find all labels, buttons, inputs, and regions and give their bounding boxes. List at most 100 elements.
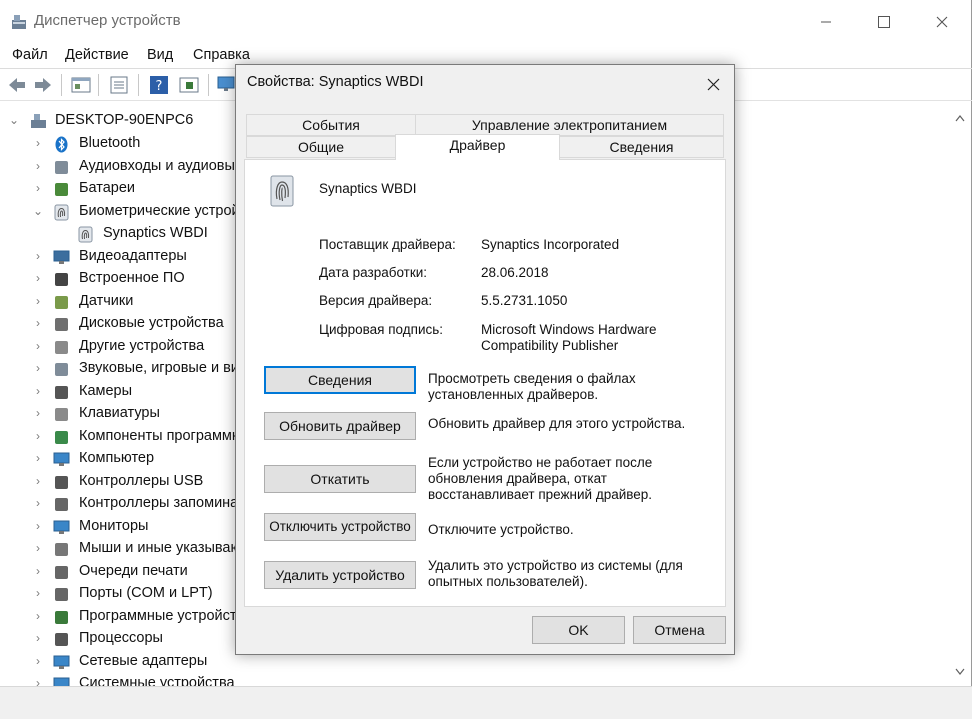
- tree-item-label: Встроенное ПО: [79, 270, 185, 286]
- dialog-close-button[interactable]: [696, 69, 730, 99]
- minimize-icon: [821, 21, 831, 23]
- chevron-right-icon[interactable]: ›: [33, 406, 43, 420]
- tree-item-label: Клавиатуры: [79, 405, 160, 421]
- chevron-right-icon[interactable]: ›: [33, 249, 43, 263]
- menu-file[interactable]: Файл: [12, 47, 48, 63]
- tree-item-label: Сетевые адаптеры: [79, 652, 208, 669]
- properties-dialog: Свойства: Synaptics WBDI События Управле…: [235, 64, 735, 655]
- computer-icon: [31, 114, 46, 128]
- dialog-title: Свойства: Synaptics WBDI: [247, 74, 424, 90]
- forward-arrow-icon[interactable]: [32, 75, 54, 95]
- driver-version-label: Версия драйвера:: [319, 293, 433, 308]
- chevron-right-icon[interactable]: ›: [33, 474, 43, 488]
- chevron-right-icon[interactable]: ›: [33, 339, 43, 353]
- chevron-right-icon[interactable]: ›: [33, 361, 43, 375]
- tab-general[interactable]: Общие: [246, 136, 396, 158]
- component-icon: [55, 430, 68, 444]
- tab-power-management[interactable]: Управление электропитанием: [415, 114, 724, 136]
- scroll-up-icon[interactable]: [955, 114, 965, 122]
- update-driver-desc: Обновить драйвер для этого устройства.: [428, 416, 686, 431]
- network-icon: [53, 655, 70, 669]
- driver-details-button[interactable]: Сведения: [264, 366, 416, 394]
- driver-provider-label: Поставщик драйвера:: [319, 237, 456, 252]
- chevron-right-icon[interactable]: ›: [33, 676, 43, 686]
- help-icon[interactable]: ?: [148, 75, 170, 95]
- menu-action[interactable]: Действие: [65, 47, 129, 63]
- cancel-button[interactable]: Отмена: [633, 616, 726, 644]
- usb-icon: [55, 475, 68, 489]
- svg-text:?: ?: [156, 79, 163, 94]
- driver-date-label: Дата разработки:: [319, 265, 428, 280]
- driver-version-value: 5.5.2731.1050: [481, 293, 568, 308]
- chevron-right-icon[interactable]: ›: [33, 159, 43, 173]
- tab-details[interactable]: Сведения: [559, 136, 724, 158]
- chevron-down-icon[interactable]: ⌄: [9, 113, 19, 127]
- driver-tab-panel: Synaptics WBDI Поставщик драйвера: Synap…: [244, 159, 726, 607]
- mouse-icon: [55, 543, 68, 556]
- chevron-right-icon[interactable]: ›: [33, 294, 43, 308]
- chevron-right-icon[interactable]: ›: [33, 609, 43, 623]
- uninstall-device-button[interactable]: Удалить устройство: [264, 561, 416, 589]
- software-device-icon: [55, 610, 68, 624]
- chevron-right-icon[interactable]: ›: [33, 271, 43, 285]
- tab-events[interactable]: События: [246, 114, 416, 136]
- driver-provider-value: Synaptics Incorporated: [481, 237, 620, 252]
- uninstall-device-desc: Удалить это устройство из системы (для о…: [428, 558, 683, 589]
- chevron-right-icon[interactable]: ›: [33, 564, 43, 578]
- chevron-right-icon[interactable]: ›: [33, 451, 43, 465]
- show-hide-tree-icon[interactable]: [70, 75, 92, 95]
- toolbar-separator: [138, 74, 139, 96]
- chevron-right-icon[interactable]: ›: [33, 654, 43, 668]
- monitor-icon: [53, 452, 70, 466]
- maximize-button[interactable]: [868, 8, 900, 36]
- chevron-right-icon[interactable]: ›: [33, 586, 43, 600]
- roll-back-driver-button[interactable]: Откатить: [264, 465, 416, 493]
- port-icon: [55, 588, 68, 601]
- ok-button[interactable]: OK: [532, 616, 625, 644]
- tree-item-label: Мониторы: [79, 517, 149, 534]
- chevron-right-icon[interactable]: ›: [33, 429, 43, 443]
- maximize-icon: [878, 16, 890, 28]
- tree-item-label: Компьютер: [79, 450, 155, 466]
- tree-category[interactable]: › Системные устройства: [0, 673, 940, 686]
- update-driver-icon[interactable]: [178, 75, 200, 95]
- speaker-icon: [55, 160, 68, 174]
- tree-item-label: Контроллеры USB: [79, 472, 204, 489]
- toolbar-separator: [61, 74, 62, 96]
- minimize-button[interactable]: [810, 8, 842, 36]
- chevron-right-icon[interactable]: ›: [33, 181, 43, 195]
- back-arrow-icon[interactable]: [6, 75, 28, 95]
- tree-item-label: Программные устройства: [79, 607, 253, 624]
- sensor-icon: [55, 295, 68, 309]
- driver-date-value: 28.06.2018: [481, 265, 549, 280]
- vertical-scrollbar[interactable]: [950, 108, 970, 686]
- properties-icon[interactable]: [108, 75, 130, 95]
- chevron-right-icon[interactable]: ›: [33, 519, 43, 533]
- camera-icon: [55, 385, 68, 399]
- close-window-button[interactable]: [926, 8, 958, 36]
- tree-item-label: Системные устройства: [79, 675, 235, 686]
- menu-view[interactable]: Вид: [147, 47, 173, 63]
- chevron-right-icon[interactable]: ›: [33, 316, 43, 330]
- close-icon: [936, 16, 948, 28]
- bluetooth-icon: [55, 136, 68, 153]
- tree-item-label: Датчики: [79, 292, 134, 309]
- update-driver-button[interactable]: Обновить драйвер: [264, 412, 416, 440]
- chevron-down-icon[interactable]: ⌄: [33, 204, 43, 218]
- chevron-right-icon[interactable]: ›: [33, 496, 43, 510]
- tree-item-label: Процессоры: [79, 630, 163, 646]
- monitor-icon: [53, 520, 70, 534]
- chevron-right-icon[interactable]: ›: [33, 631, 43, 645]
- chevron-right-icon[interactable]: ›: [33, 541, 43, 555]
- tree-item-label: Камеры: [79, 382, 133, 399]
- chevron-right-icon[interactable]: ›: [33, 384, 43, 398]
- chevron-right-icon[interactable]: ›: [33, 136, 43, 150]
- menu-help[interactable]: Справка: [193, 47, 250, 63]
- roll-back-driver-desc: Если устройство не работает после обновл…: [428, 455, 653, 502]
- tree-item-label: Видеоадаптеры: [79, 247, 187, 264]
- disable-device-button[interactable]: Отключить устройство: [264, 513, 416, 541]
- title-bar: Диспетчер устройств: [0, 0, 972, 44]
- scroll-down-icon[interactable]: [955, 668, 965, 676]
- cpu-icon: [55, 633, 68, 646]
- tab-driver[interactable]: Драйвер: [395, 134, 560, 160]
